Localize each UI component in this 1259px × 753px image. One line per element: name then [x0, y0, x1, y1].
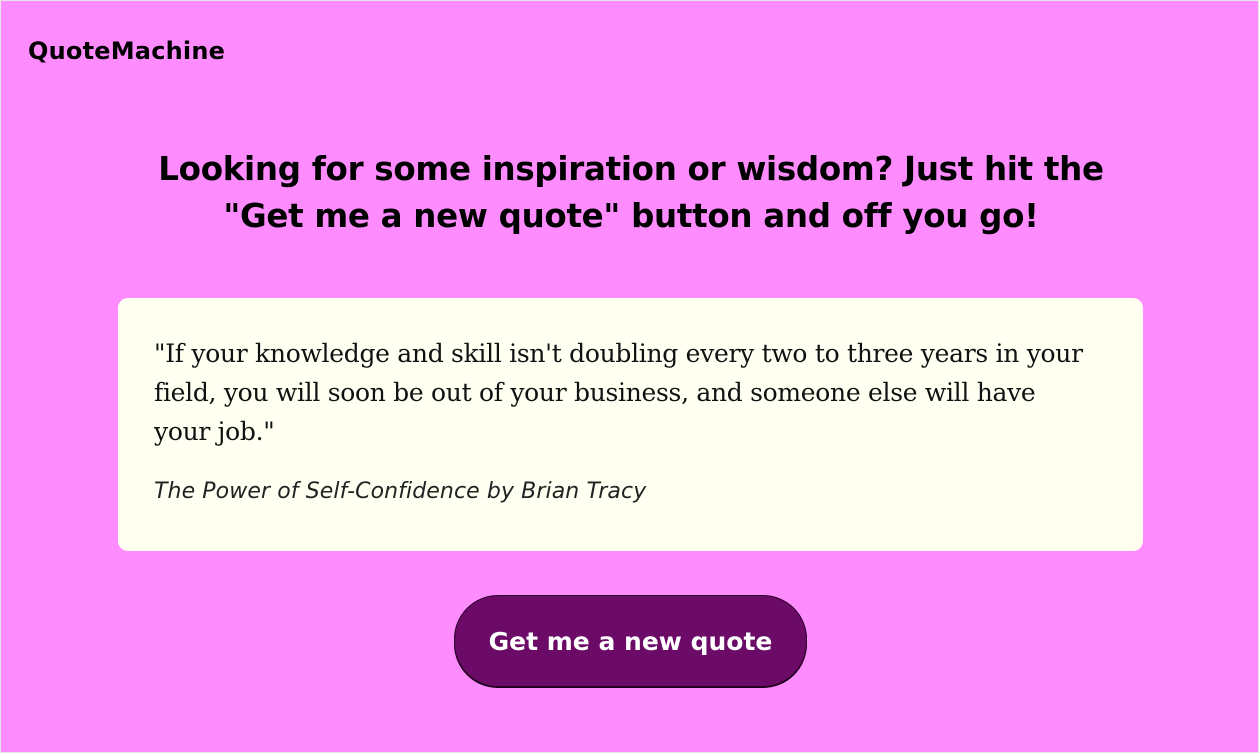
new-quote-button[interactable]: Get me a new quote [454, 595, 807, 687]
page-headline: Looking for some inspiration or wisdom? … [158, 150, 1104, 235]
quote-text: "If your knowledge and skill isn't doubl… [154, 339, 1083, 446]
quote-source: The Power of Self-Confidence by Brian Tr… [154, 479, 647, 504]
site-logo[interactable]: QuoteMachine [28, 34, 225, 68]
quote-card: "If your knowledge and skill isn't doubl… [118, 298, 1143, 551]
